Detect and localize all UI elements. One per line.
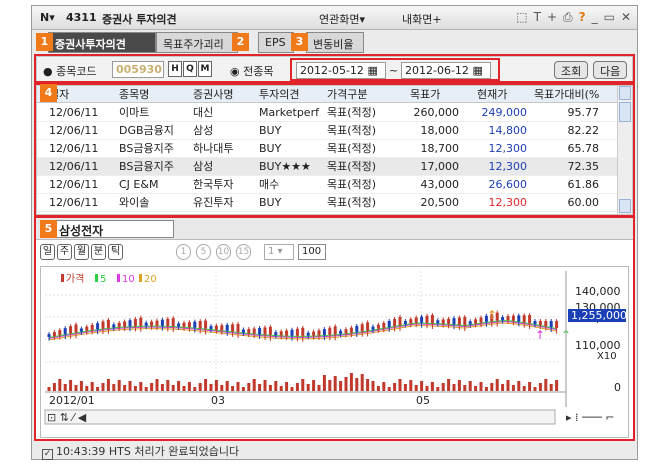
help-icon[interactable]: ? <box>579 10 586 25</box>
window-title: 증권사 투자의견 <box>102 13 177 26</box>
print-icon[interactable]: ⎙ <box>563 10 573 25</box>
status-text: 10:43:39 HTS 처리가 완료되었습니다 <box>56 445 240 458</box>
badge-2: 2 <box>232 33 249 51</box>
tab-broker-opinion[interactable]: 증권사투자의견 <box>48 32 156 53</box>
main-window: N▾ 4311 증권사 투자의견 연관화면▾ 내화면+ ⬚ T + ⎙ ? _ … <box>31 5 638 460</box>
badge-5: 5 <box>40 220 57 238</box>
minimize-icon[interactable]: _ <box>592 10 598 25</box>
toolbar-highlight <box>34 54 635 83</box>
title-bar: N▾ 4311 증권사 투자의견 연관화면▾ 내화면+ ⬚ T + ⎙ ? _ … <box>32 6 637 30</box>
maximize-icon[interactable]: ▭ <box>604 10 615 25</box>
status-check-icon: ✓ <box>42 449 53 460</box>
tab-eps[interactable]: EPS <box>258 32 294 53</box>
screen-number: 4311 <box>66 11 97 24</box>
window-link-icon[interactable]: ⬚ <box>516 10 527 25</box>
badge-1: 1 <box>36 33 53 51</box>
tab-target-gap[interactable]: 목표주가괴리율 <box>156 32 238 67</box>
table-highlight <box>34 83 635 217</box>
status-bar: ✓ 10:43:39 HTS 처리가 완료되었습니다 <box>36 440 633 460</box>
linked-screen-menu[interactable]: 연관화면▾ <box>319 11 365 27</box>
plus-icon[interactable]: + <box>547 10 557 25</box>
text-icon[interactable]: T <box>534 10 541 25</box>
menu-button[interactable]: N▾ <box>40 11 55 24</box>
tab-change-rate[interactable]: 변동비율 <box>306 32 364 53</box>
my-screen-button[interactable]: 내화면+ <box>402 11 442 27</box>
close-icon[interactable]: ✕ <box>621 10 631 25</box>
chart-highlight <box>34 216 635 441</box>
badge-3: 3 <box>291 33 308 51</box>
badge-4: 4 <box>40 84 57 102</box>
